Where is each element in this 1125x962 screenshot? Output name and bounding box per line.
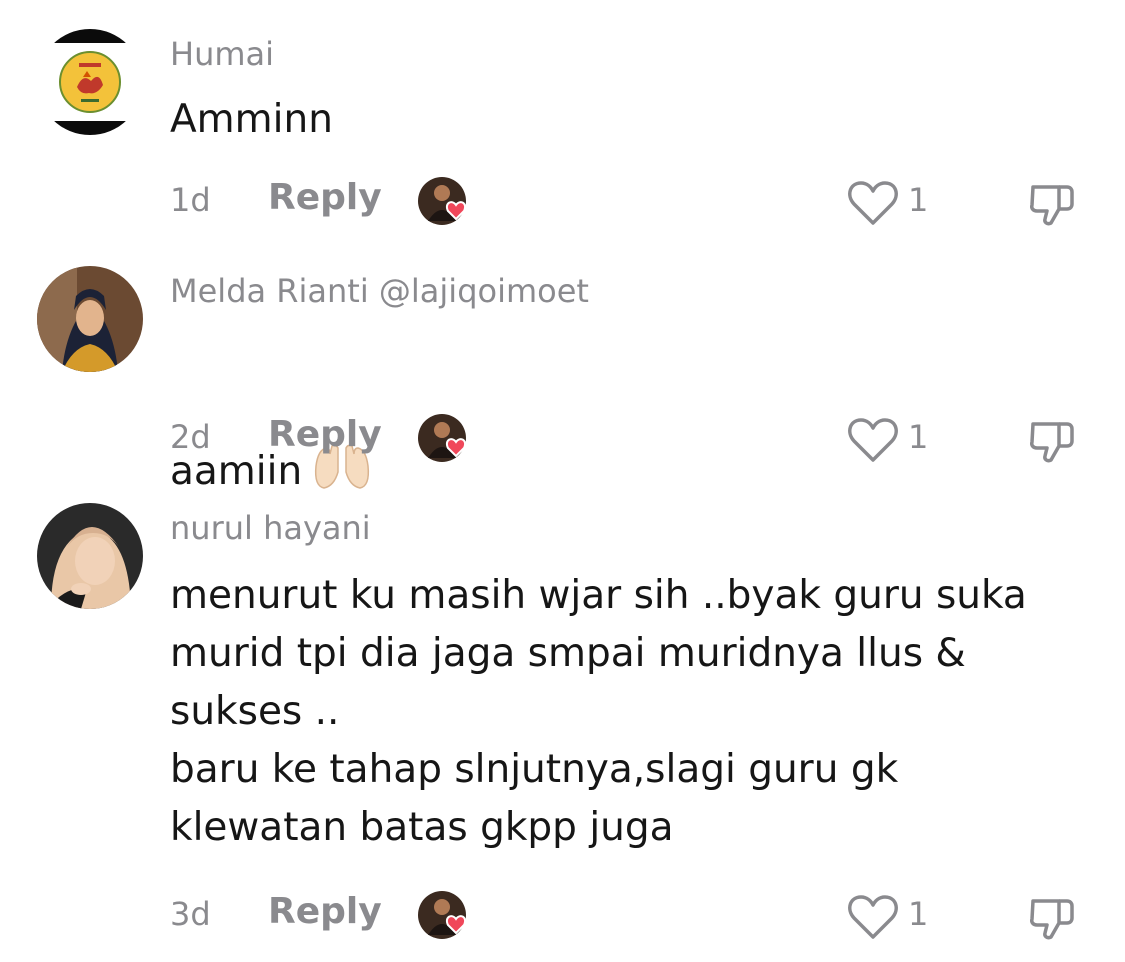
avatar[interactable] [37, 503, 143, 609]
timestamp: 3d [170, 895, 211, 933]
heart-icon[interactable] [846, 416, 900, 464]
avatar[interactable] [37, 29, 143, 135]
comment-actions: 1d Reply 1 [0, 175, 1125, 231]
username[interactable]: Melda Rianti @lajiqoimoet [170, 272, 589, 310]
thumbs-down-icon[interactable] [1027, 416, 1077, 466]
username[interactable]: Humai [170, 35, 274, 73]
timestamp: 1d [170, 181, 211, 219]
avatar[interactable] [37, 266, 143, 372]
reply-button[interactable]: Reply [268, 177, 382, 218]
username[interactable]: nurul hayani [170, 509, 371, 547]
thumbs-down-icon[interactable] [1027, 179, 1077, 229]
heart-icon[interactable] [846, 179, 900, 227]
comment-text: Amminn [170, 97, 333, 142]
reply-button[interactable]: Reply [268, 891, 382, 932]
creator-liked-badge [418, 175, 474, 231]
comment-text: menurut ku masih wjar sih ..byak guru su… [170, 573, 1027, 850]
thumbs-down-icon[interactable] [1027, 893, 1077, 943]
creator-liked-badge [418, 412, 474, 468]
reply-button[interactable]: Reply [268, 414, 382, 455]
like-count: 1 [908, 181, 929, 219]
creator-liked-badge [418, 889, 474, 945]
like-count: 1 [908, 418, 929, 456]
comment-actions: 2d Reply 1 [0, 412, 1125, 468]
comment-actions: 3d Reply 1 [0, 889, 1125, 945]
heart-icon[interactable] [846, 893, 900, 941]
timestamp: 2d [170, 418, 211, 456]
like-count: 1 [908, 895, 929, 933]
